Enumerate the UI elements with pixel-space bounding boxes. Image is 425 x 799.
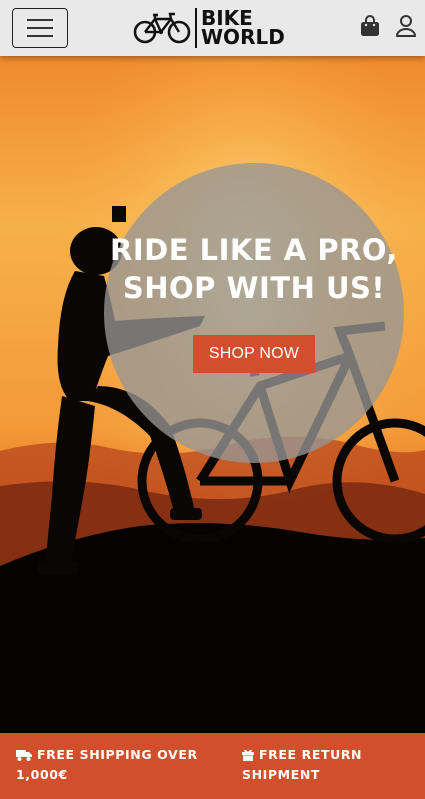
free-return-notice: FREE RETURN SHIPMENT [242, 745, 412, 785]
promo-bar: FREE SHIPPING OVER 1,000€ FREE RETURN SH… [0, 733, 425, 799]
brand-name: BIKE WORLD [201, 8, 285, 49]
gift-icon [242, 749, 254, 761]
hero-title-line-1: RIDE LIKE A PRO, [110, 233, 398, 267]
cart-button[interactable] [359, 14, 381, 38]
hamburger-menu-icon [27, 19, 53, 37]
bicycle-logo-icon [133, 12, 191, 44]
truck-icon [16, 750, 32, 761]
menu-toggle-button[interactable] [12, 8, 68, 48]
hero-title-line-2: SHOP WITH US! [122, 271, 386, 305]
hero-overlay-circle: RIDE LIKE A PRO, SHOP WITH US! SHOP NOW [104, 163, 404, 463]
header-actions [359, 14, 417, 38]
user-icon [396, 15, 416, 37]
brand-line-2: WORLD [201, 25, 285, 49]
account-button[interactable] [395, 14, 417, 38]
hero-banner: RIDE LIKE A PRO, SHOP WITH US! SHOP NOW [0, 56, 425, 733]
shop-now-button[interactable]: SHOP NOW [192, 335, 316, 373]
logo-divider [195, 8, 197, 48]
shopping-bag-icon [361, 15, 379, 36]
free-shipping-notice: FREE SHIPPING OVER 1,000€ [16, 745, 206, 785]
brand-logo[interactable]: BIKE WORLD [133, 6, 285, 50]
hero-title: RIDE LIKE A PRO, SHOP WITH US! [109, 231, 399, 307]
free-shipping-text: FREE SHIPPING OVER 1,000€ [16, 747, 198, 782]
free-return-text: FREE RETURN SHIPMENT [242, 747, 363, 782]
site-header: BIKE WORLD [0, 0, 425, 56]
